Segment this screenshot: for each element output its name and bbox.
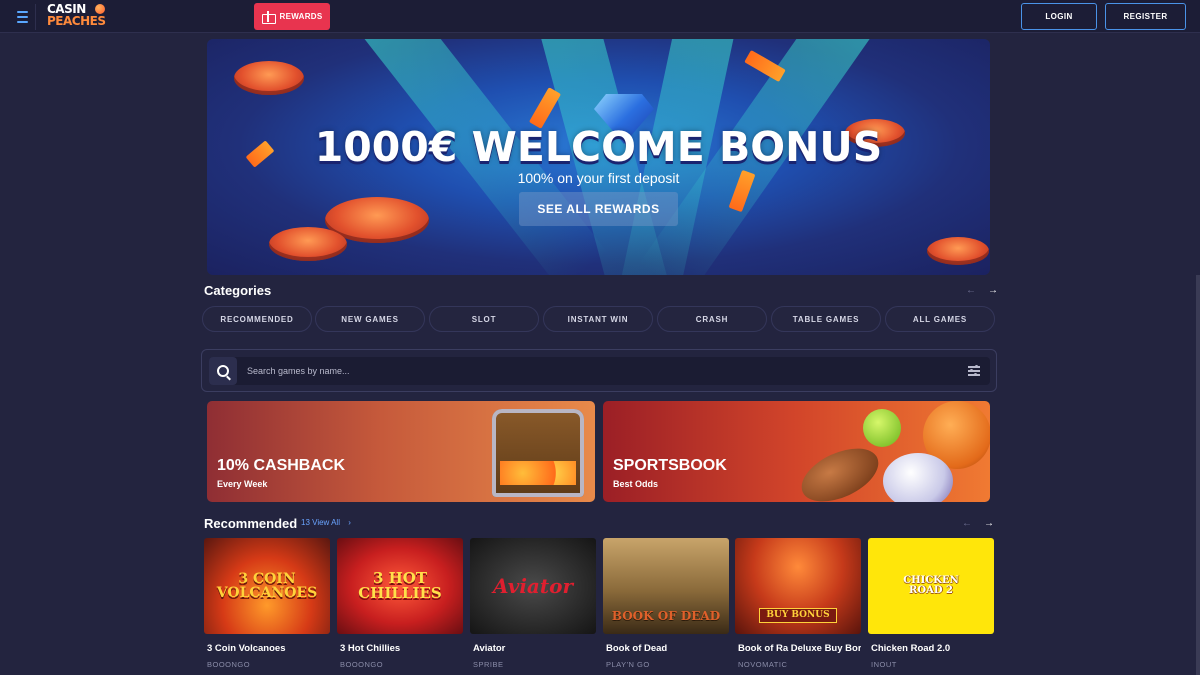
- tennis-ball-image: [863, 409, 901, 447]
- game-card-3-hot-chillies[interactable]: 3 HOT CHILLIES 3 Hot Chillies BOOONGO: [337, 538, 463, 669]
- cashback-title: 10% CASHBACK: [217, 457, 346, 474]
- cashback-promo-card[interactable]: 10% CASHBACK Every Week: [207, 401, 595, 502]
- search-input[interactable]: [247, 357, 947, 385]
- logo-line2: PEACHES: [47, 14, 106, 28]
- search-button[interactable]: [209, 357, 237, 385]
- recommended-title: Recommended: [204, 516, 298, 531]
- game-provider: PLAY'N GO: [606, 660, 650, 669]
- casino-peaches-logo[interactable]: CASIN PEACHES: [47, 3, 106, 28]
- game-thumbnail[interactable]: Aviator: [470, 538, 596, 634]
- ribbon-decoration: [744, 49, 786, 83]
- game-thumb-text: BOOK OF DEAD: [611, 609, 721, 623]
- top-bar: CASIN PEACHES REWARDS LOGIN REGISTER: [0, 0, 1200, 33]
- search-field: [209, 357, 990, 385]
- game-card-aviator[interactable]: Aviator Aviator SPRIBE: [470, 538, 596, 669]
- soccer-ball-image: [883, 453, 953, 502]
- welcome-bonus-banner[interactable]: 1000€ WELCOME BONUS 100% on your first d…: [207, 39, 990, 275]
- game-provider: BOOONGO: [340, 660, 384, 669]
- category-instant-win[interactable]: INSTANT WIN: [543, 306, 653, 332]
- game-thumbnail[interactable]: 3 COIN VOLCANOES: [204, 538, 330, 634]
- categories-arrows: ← →: [966, 285, 998, 296]
- game-name[interactable]: 3 Hot Chillies: [340, 643, 463, 654]
- game-provider: BOOONGO: [207, 660, 251, 669]
- hero-title: 1000€ WELCOME BONUS: [314, 123, 883, 171]
- game-name[interactable]: Book of Ra Deluxe Buy Bor: [738, 643, 861, 654]
- register-button[interactable]: REGISTER: [1105, 3, 1186, 30]
- game-card-book-of-ra-deluxe[interactable]: BUY BONUS Book of Ra Deluxe Buy Bor NOVO…: [735, 538, 861, 669]
- recommended-arrows: ← →: [962, 518, 994, 529]
- search-bar: [201, 349, 997, 392]
- sportsbook-promo-card[interactable]: SPORTSBOOK Best Odds: [603, 401, 990, 502]
- game-name[interactable]: Aviator: [473, 643, 596, 654]
- game-thumbnail[interactable]: CHICKEN ROAD 2: [868, 538, 994, 634]
- chevron-right-icon: ›: [348, 518, 351, 527]
- game-provider: NOVOMATIC: [738, 660, 788, 669]
- view-all-label: 13 View All: [301, 518, 340, 527]
- peach-icon: [95, 4, 105, 14]
- rewards-label: REWARDS: [279, 12, 323, 21]
- game-name[interactable]: 3 Coin Volcanoes: [207, 643, 330, 654]
- arrow-right-icon[interactable]: →: [984, 518, 994, 529]
- game-thumbnail[interactable]: BOOK OF DEAD: [603, 538, 729, 634]
- game-thumb-text: 3 COIN VOLCANOES: [216, 571, 318, 601]
- arrow-left-icon[interactable]: ←: [962, 518, 972, 529]
- coin-decoration: [234, 61, 304, 95]
- sportsbook-subtitle: Best Odds: [613, 479, 659, 489]
- rewards-button[interactable]: REWARDS: [254, 3, 330, 30]
- category-all-games[interactable]: ALL GAMES: [885, 306, 995, 332]
- gift-icon: [261, 11, 276, 24]
- game-provider: INOUT: [871, 660, 897, 669]
- football-image: [793, 437, 887, 502]
- category-recommended[interactable]: RECOMMENDED: [202, 306, 312, 332]
- hamburger-menu-icon[interactable]: [10, 4, 36, 30]
- category-new-games[interactable]: NEW GAMES: [315, 306, 425, 332]
- game-name[interactable]: Chicken Road 2.0: [871, 643, 994, 654]
- treasure-chest-image: [492, 409, 584, 497]
- game-thumbnail[interactable]: 3 HOT CHILLIES: [337, 538, 463, 634]
- search-icon: [217, 365, 229, 377]
- category-crash[interactable]: CRASH: [657, 306, 767, 332]
- sportsbook-title: SPORTSBOOK: [613, 457, 727, 474]
- categories-title: Categories: [204, 283, 272, 298]
- game-card-book-of-dead[interactable]: BOOK OF DEAD Book of Dead PLAY'N GO: [603, 538, 729, 669]
- game-provider: SPRIBE: [473, 660, 504, 669]
- coin-decoration: [927, 237, 989, 265]
- filter-icon[interactable]: [968, 365, 980, 377]
- game-card-3-coin-volcanoes[interactable]: 3 COIN VOLCANOES 3 Coin Volcanoes BOOONG…: [204, 538, 330, 669]
- game-thumb-text: CHICKEN ROAD 2: [903, 575, 959, 596]
- see-all-rewards-button[interactable]: SEE ALL REWARDS: [519, 192, 678, 226]
- category-table-games[interactable]: TABLE GAMES: [771, 306, 881, 332]
- game-thumb-text: BUY BONUS: [759, 607, 837, 623]
- game-card-chicken-road-2[interactable]: CHICKEN ROAD 2 Chicken Road 2.0 INOUT: [868, 538, 994, 669]
- view-all-link[interactable]: 13 View All ›: [301, 518, 351, 527]
- page-scrollbar[interactable]: [1196, 275, 1200, 675]
- category-slot[interactable]: SLOT: [429, 306, 539, 332]
- arrow-right-icon[interactable]: →: [988, 285, 998, 296]
- game-thumbnail[interactable]: BUY BONUS: [735, 538, 861, 634]
- cashback-subtitle: Every Week: [217, 479, 268, 489]
- hero-subtitle: 100% on your first deposit: [517, 170, 680, 186]
- arrow-left-icon[interactable]: ←: [966, 285, 976, 296]
- login-button[interactable]: LOGIN: [1021, 3, 1097, 30]
- game-thumb-text: 3 HOT CHILLIES: [358, 569, 442, 602]
- game-thumb-text: Aviator: [493, 574, 573, 598]
- coin-decoration: [269, 227, 347, 261]
- game-name[interactable]: Book of Dead: [606, 643, 729, 654]
